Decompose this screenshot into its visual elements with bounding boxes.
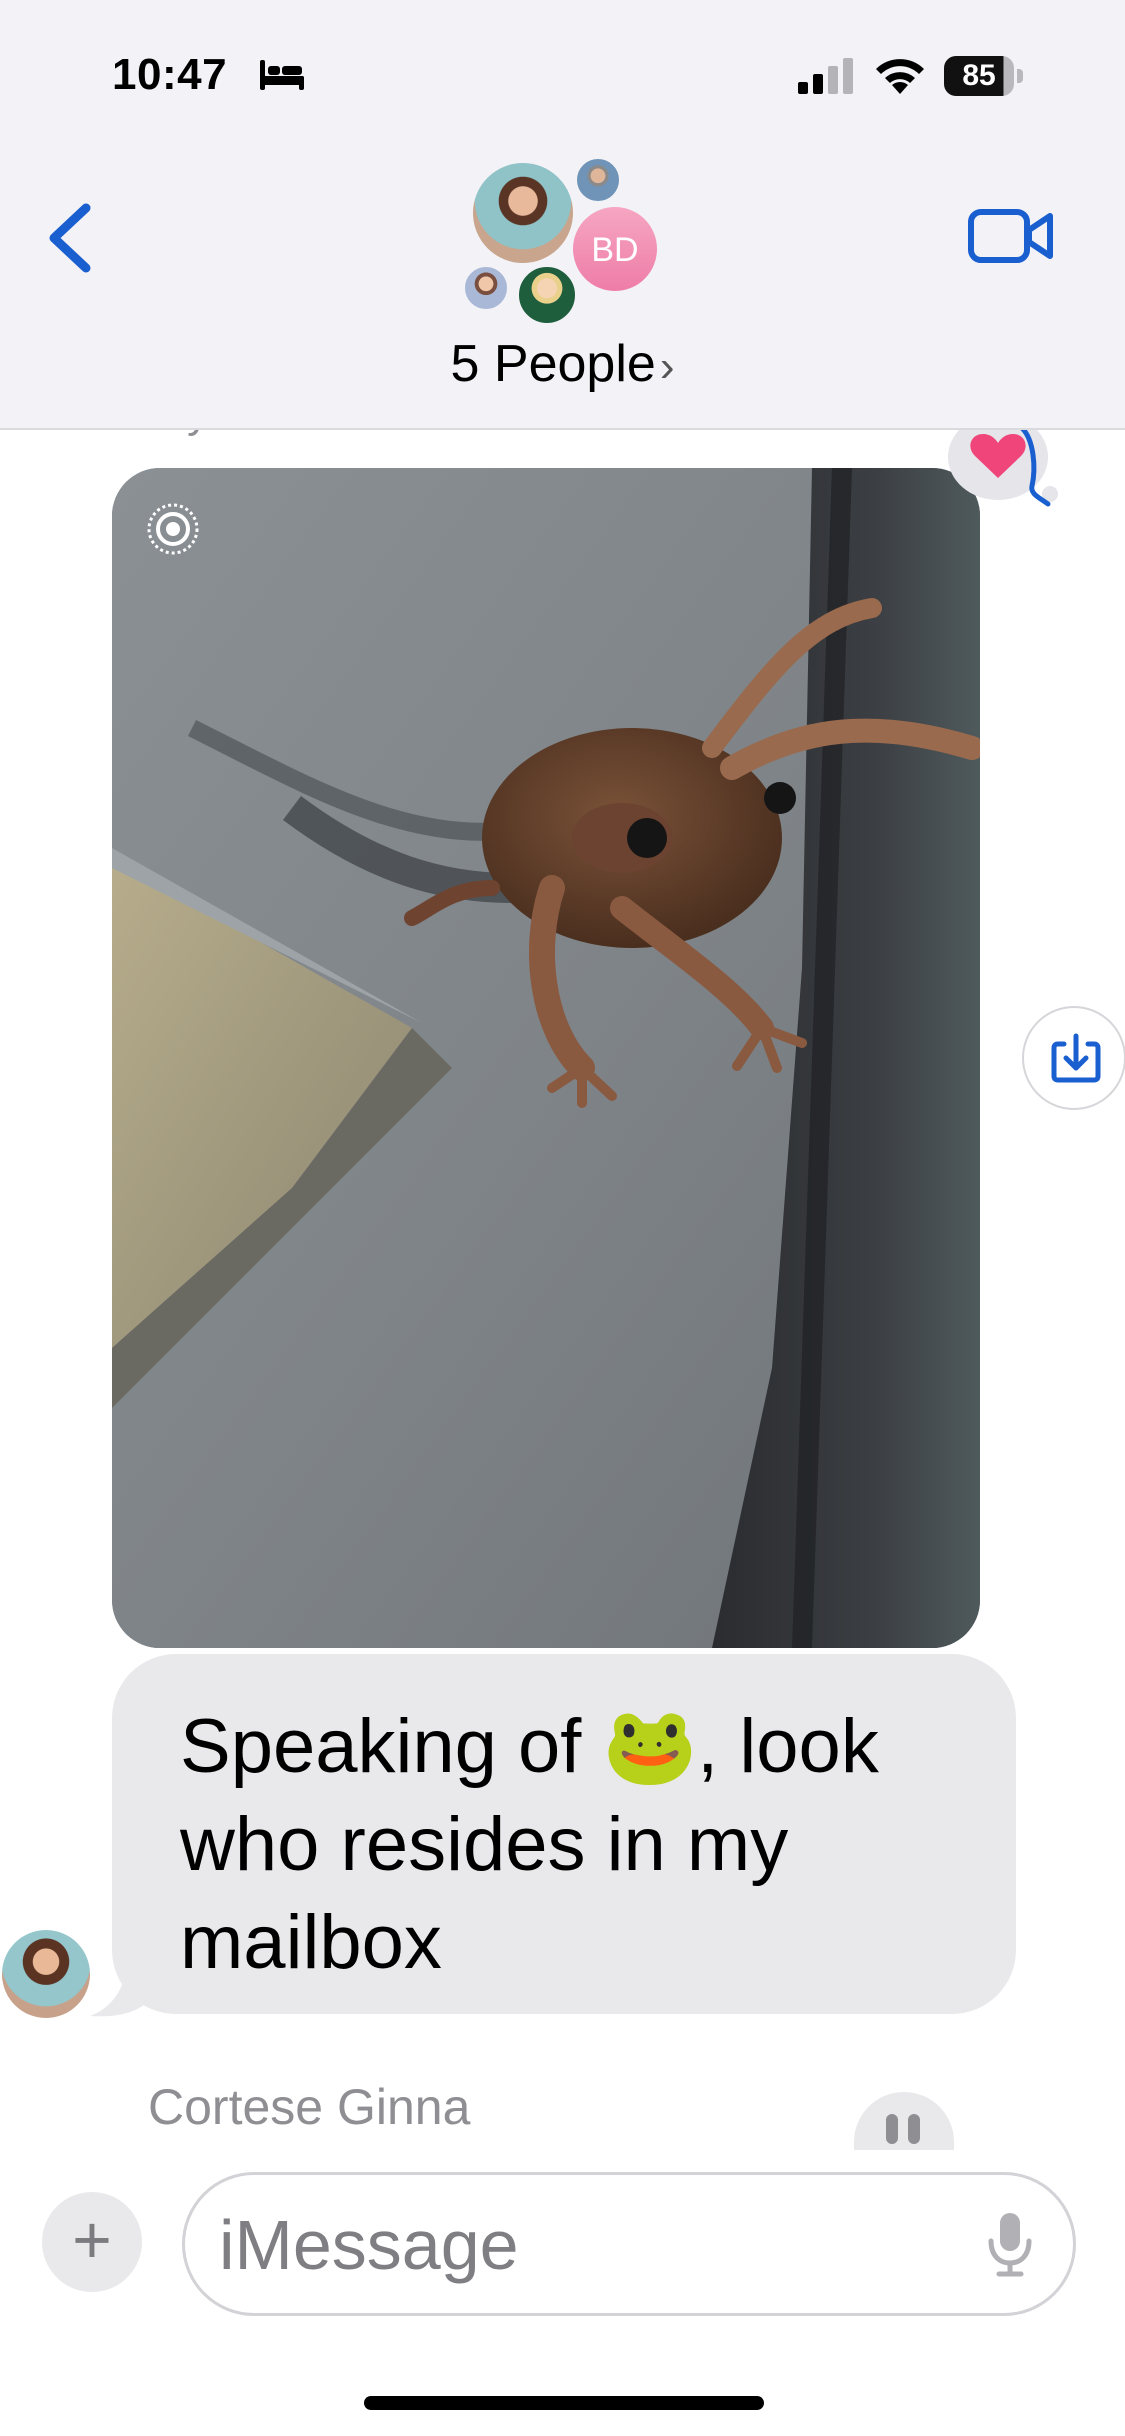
participant-avatar <box>462 264 510 312</box>
imessage-input[interactable]: iMessage <box>182 2172 1076 2316</box>
live-photo-icon <box>147 503 199 555</box>
battery-icon: 85 <box>944 56 1024 96</box>
video-camera-icon[interactable] <box>966 204 1056 268</box>
next-sender-name: Cortese Ginna <box>148 2079 471 2135</box>
partial-message-bubble <box>854 2092 954 2152</box>
microphone-icon[interactable] <box>985 2211 1035 2277</box>
participant-initials-avatar: BD <box>570 204 660 294</box>
battery-level: 85 <box>944 56 1014 96</box>
group-avatar-cluster[interactable]: BD <box>462 156 672 336</box>
frog-photo-image <box>112 468 980 1648</box>
sleep-bed-icon <box>260 60 304 90</box>
wifi-icon <box>876 59 924 94</box>
back-chevron-icon[interactable] <box>40 198 100 278</box>
apps-plus-button[interactable]: + <box>42 2192 142 2292</box>
frog-emoji: 🐸 <box>602 1704 698 1789</box>
home-indicator[interactable] <box>364 2396 764 2410</box>
chevron-right-icon: › <box>659 342 675 391</box>
cellular-signal-icon <box>798 58 853 94</box>
message-composer: + iMessage <box>0 2150 1125 2436</box>
text-message-bubble[interactable]: Speaking of 🐸, look who resides in my ma… <box>112 1654 1016 2014</box>
save-to-photos-button[interactable] <box>1022 1006 1125 1110</box>
participant-avatar <box>574 156 622 204</box>
save-to-photos-icon <box>1051 1033 1101 1083</box>
participant-avatar <box>470 160 576 266</box>
conversation-header: 10:47 85 BD 5 People› <box>0 0 1125 430</box>
input-placeholder: iMessage <box>219 2206 519 2284</box>
message-text-part: Speaking of <box>180 1704 603 1789</box>
status-time: 10:47 <box>112 50 228 99</box>
photo-message[interactable] <box>112 468 980 1648</box>
sender-avatar[interactable] <box>2 1930 90 2018</box>
quote-mark <box>908 2114 920 2144</box>
quote-mark <box>886 2114 898 2144</box>
group-title-button[interactable]: 5 People› <box>0 334 1125 394</box>
group-title-text: 5 People <box>450 335 656 393</box>
battery-tip <box>1017 69 1023 83</box>
participant-avatar <box>516 264 578 326</box>
